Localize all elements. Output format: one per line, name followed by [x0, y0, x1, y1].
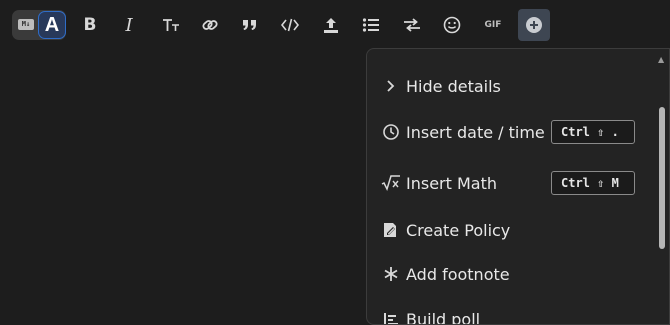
upload-button[interactable] [315, 9, 347, 41]
menu-item-label: Hide details [406, 76, 501, 96]
scrollbar-thumb[interactable] [659, 107, 665, 249]
quote-button[interactable] [234, 9, 266, 41]
upload-icon [324, 18, 338, 33]
editor-mode-toggle[interactable]: M↓ A [12, 10, 66, 40]
menu-item-insert-date-time[interactable]: Insert date / time Ctrl ⇧ . [367, 112, 657, 152]
smiley-icon [443, 16, 461, 34]
menu-item-label: Create Policy [406, 220, 511, 240]
sqrt-icon [381, 173, 401, 193]
heading-button[interactable] [155, 9, 187, 41]
quote-icon [243, 20, 256, 30]
clock-icon [381, 122, 401, 142]
menu-item-label: Insert date / time [406, 122, 545, 142]
emoji-button[interactable] [436, 9, 468, 41]
italic-button[interactable]: I [113, 9, 145, 41]
link-button[interactable] [194, 9, 226, 41]
list-icon [362, 18, 379, 32]
scroll-up-arrow-icon[interactable]: ▲ [658, 55, 666, 64]
code-button[interactable] [274, 9, 306, 41]
bullet-list-button[interactable] [355, 9, 387, 41]
keyboard-shortcut: Ctrl ⇧ M [551, 171, 635, 195]
asterisk-icon [381, 264, 401, 284]
bold-button[interactable]: B [74, 9, 106, 41]
menu-item-build-poll[interactable]: Build poll [367, 299, 657, 325]
code-icon [281, 18, 299, 32]
link-icon [202, 20, 218, 30]
gif-button[interactable]: GIF [477, 9, 509, 41]
swap-button[interactable] [396, 9, 428, 41]
more-options-button[interactable] [518, 9, 550, 41]
keyboard-shortcut: Ctrl ⇧ . [551, 120, 635, 144]
options-dropdown-menu: ▲ Hide details Insert date / time Ctrl ⇧… [366, 48, 670, 325]
menu-item-label: Add footnote [406, 264, 510, 284]
menu-item-label: Insert Math [406, 173, 497, 193]
heading-icon [163, 19, 179, 31]
menu-item-insert-math[interactable]: Insert Math Ctrl ⇧ M [367, 163, 657, 203]
poll-icon [381, 309, 401, 324]
composer-toolbar: M↓ A B I GIF [0, 0, 670, 50]
menu-item-add-footnote[interactable]: Add footnote [367, 254, 657, 294]
menu-item-create-policy[interactable]: Create Policy [367, 210, 657, 250]
plus-circle-icon [526, 17, 542, 33]
chevron-right-icon [381, 76, 401, 96]
markdown-mode-icon[interactable]: M↓ [18, 19, 34, 30]
rich-text-mode-icon[interactable]: A [38, 11, 66, 39]
policy-icon [381, 220, 401, 240]
arrows-swap-icon [404, 18, 420, 32]
menu-item-label: Build poll [406, 309, 481, 325]
menu-item-hide-details[interactable]: Hide details [367, 66, 657, 106]
